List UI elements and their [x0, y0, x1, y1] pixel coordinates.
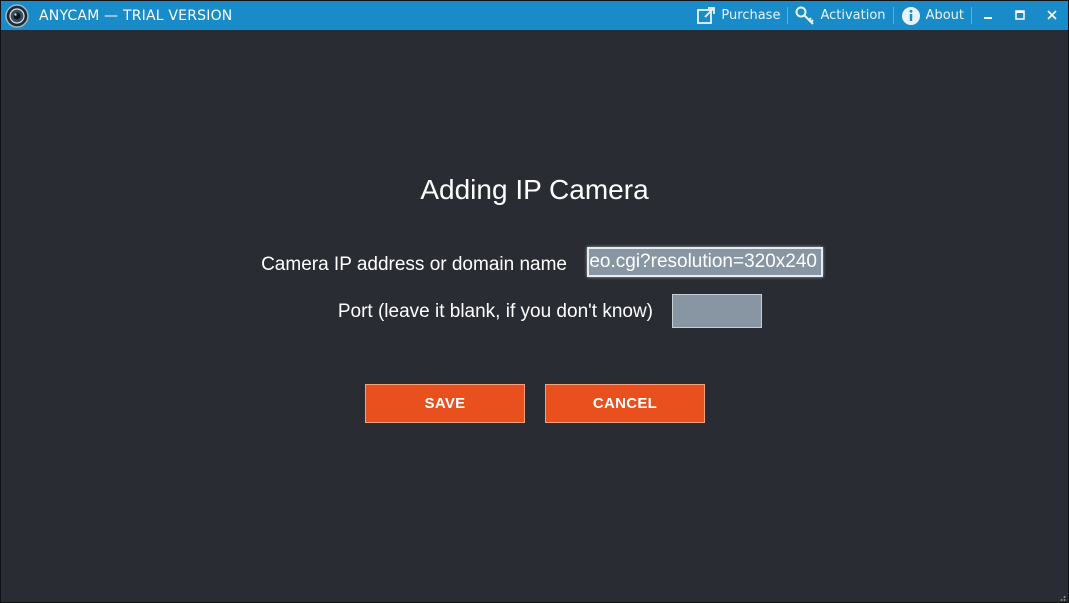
about-link[interactable]: About [894, 1, 971, 30]
dialog-title: Adding IP Camera [420, 174, 649, 205]
separator [787, 7, 789, 24]
title-bar[interactable]: ANYCAM — TRIAL VERSION Purchase Activati… [1, 1, 1068, 30]
activation-label: Activation [820, 8, 886, 23]
resize-grip-icon[interactable] [1056, 590, 1066, 601]
close-icon [1046, 6, 1058, 25]
title-bar-actions: Purchase Activation About [689, 1, 1068, 30]
purchase-link[interactable]: Purchase [689, 1, 787, 30]
port-label: Port (leave it blank, if you don't know) [337, 301, 653, 322]
maximize-icon [1014, 6, 1026, 25]
key-icon [795, 6, 815, 26]
ip-address-input[interactable] [587, 247, 823, 277]
separator [971, 7, 972, 24]
minimize-icon [982, 6, 994, 25]
save-button[interactable]: SAVE [365, 384, 525, 423]
dialog-content: Adding IP Camera Camera IP address or do… [1, 30, 1068, 602]
about-label: About [925, 8, 964, 23]
minimize-button[interactable] [972, 1, 1004, 30]
maximize-button[interactable] [1004, 1, 1036, 30]
camera-lens-icon [5, 3, 29, 28]
info-icon [901, 6, 921, 26]
cancel-button[interactable]: CANCEL [545, 384, 705, 423]
app-title: ANYCAM — TRIAL VERSION [39, 7, 233, 24]
port-input[interactable] [672, 294, 762, 328]
external-link-icon [696, 6, 716, 26]
separator [892, 7, 894, 24]
ip-address-label: Camera IP address or domain name [261, 254, 567, 275]
purchase-label: Purchase [721, 8, 781, 23]
app-window: ANYCAM — TRIAL VERSION Purchase Activati… [0, 0, 1069, 603]
close-button[interactable] [1036, 1, 1068, 30]
activation-link[interactable]: Activation [788, 1, 892, 30]
